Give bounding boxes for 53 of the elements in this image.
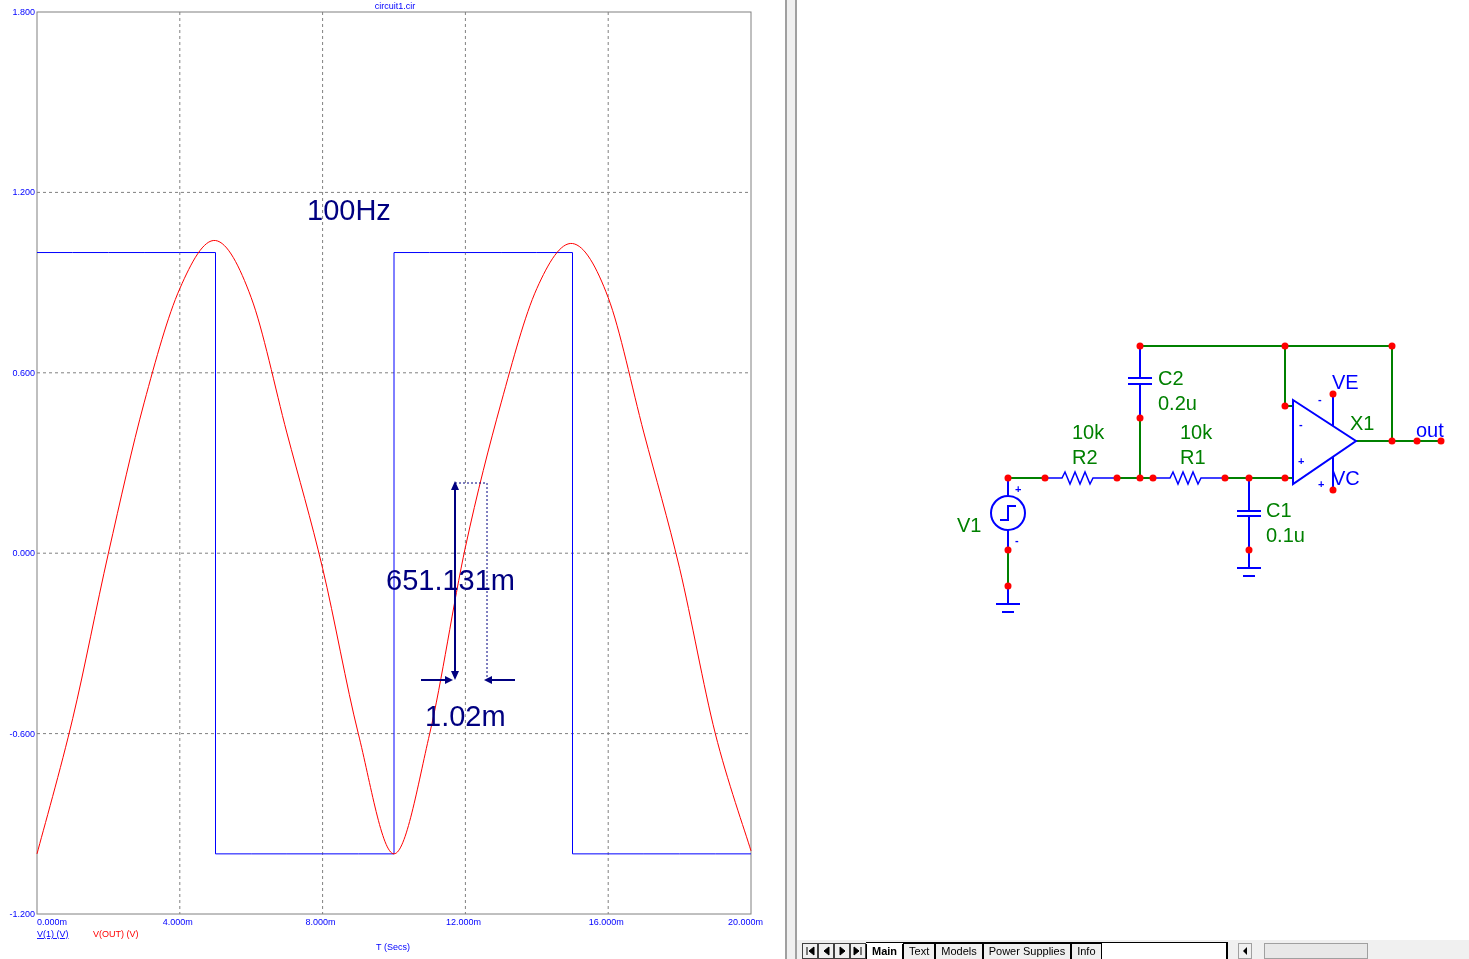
- chart-title: circuit1.cir: [374, 1, 416, 11]
- y-tick-label: 0.000: [12, 548, 35, 559]
- left-arrow-icon: [1242, 947, 1248, 955]
- part-label: R2: [1072, 446, 1098, 468]
- legend-label[interactable]: V(1) (V): [37, 929, 69, 939]
- part-label: C1: [1266, 499, 1292, 521]
- pin-polarity-label: -: [1015, 534, 1019, 546]
- left-arrow-icon: [805, 946, 815, 956]
- part-label: 10k: [1180, 421, 1213, 443]
- annotation-text: 1.02m: [425, 700, 506, 732]
- left-arrow-icon: [821, 946, 831, 956]
- y-tick-label: -0.600: [9, 728, 35, 739]
- pin-polarity-label: +: [1015, 483, 1022, 495]
- pin-polarity-label: -: [1299, 418, 1303, 430]
- y-tick-label: 0.600: [12, 367, 35, 378]
- sheet-tab[interactable]: Text: [903, 943, 936, 959]
- pin-polarity-label: +: [1298, 455, 1305, 467]
- x-tick-label: 8.000m: [305, 917, 336, 927]
- annotation-text: 100Hz: [307, 194, 391, 226]
- part-label: V1: [957, 514, 982, 536]
- pin-polarity-label: -: [1318, 393, 1322, 405]
- net-label: VC: [1332, 467, 1360, 489]
- x-axis-label: T (Secs): [376, 942, 410, 952]
- part-label: R1: [1180, 446, 1206, 468]
- pin-polarity-label: +: [1318, 478, 1325, 490]
- part-label: 0.1u: [1266, 524, 1305, 546]
- right-arrow-icon: [853, 946, 863, 956]
- part-label: 0.2u: [1158, 392, 1197, 414]
- page-nav-button[interactable]: [802, 943, 818, 959]
- net-label: VE: [1332, 371, 1359, 393]
- x-tick-label: 0.000m: [37, 917, 68, 927]
- net-label: out: [1416, 419, 1444, 441]
- y-tick-label: -1.200: [9, 909, 35, 919]
- x-tick-label: 4.000m: [162, 917, 193, 927]
- page-nav-button[interactable]: [850, 943, 866, 959]
- x-tick-label: 20.000m: [728, 917, 764, 927]
- legend-label[interactable]: V(OUT) (V): [93, 929, 139, 939]
- sheet-tab[interactable]: Info: [1071, 943, 1102, 959]
- scrollbar-thumb[interactable]: [1264, 943, 1368, 959]
- sheet-tab[interactable]: Power Supplies: [982, 943, 1072, 959]
- y-tick-label: 1.200: [12, 187, 35, 198]
- sheet-tab[interactable]: Main: [866, 944, 904, 959]
- right-arrow-icon: [837, 946, 847, 956]
- page-nav-button[interactable]: [834, 943, 850, 959]
- sheet-tab[interactable]: Models: [935, 943, 983, 959]
- part-label: C2: [1158, 367, 1184, 389]
- y-tick-label: 1.800: [12, 7, 35, 17]
- x-tick-label: 16.000m: [588, 917, 624, 927]
- scroll-left-button[interactable]: [1238, 943, 1252, 959]
- x-tick-label: 12.000m: [445, 917, 481, 927]
- part-label: X1: [1350, 412, 1375, 434]
- page-nav-button[interactable]: [818, 943, 834, 959]
- part-label: 10k: [1072, 421, 1105, 443]
